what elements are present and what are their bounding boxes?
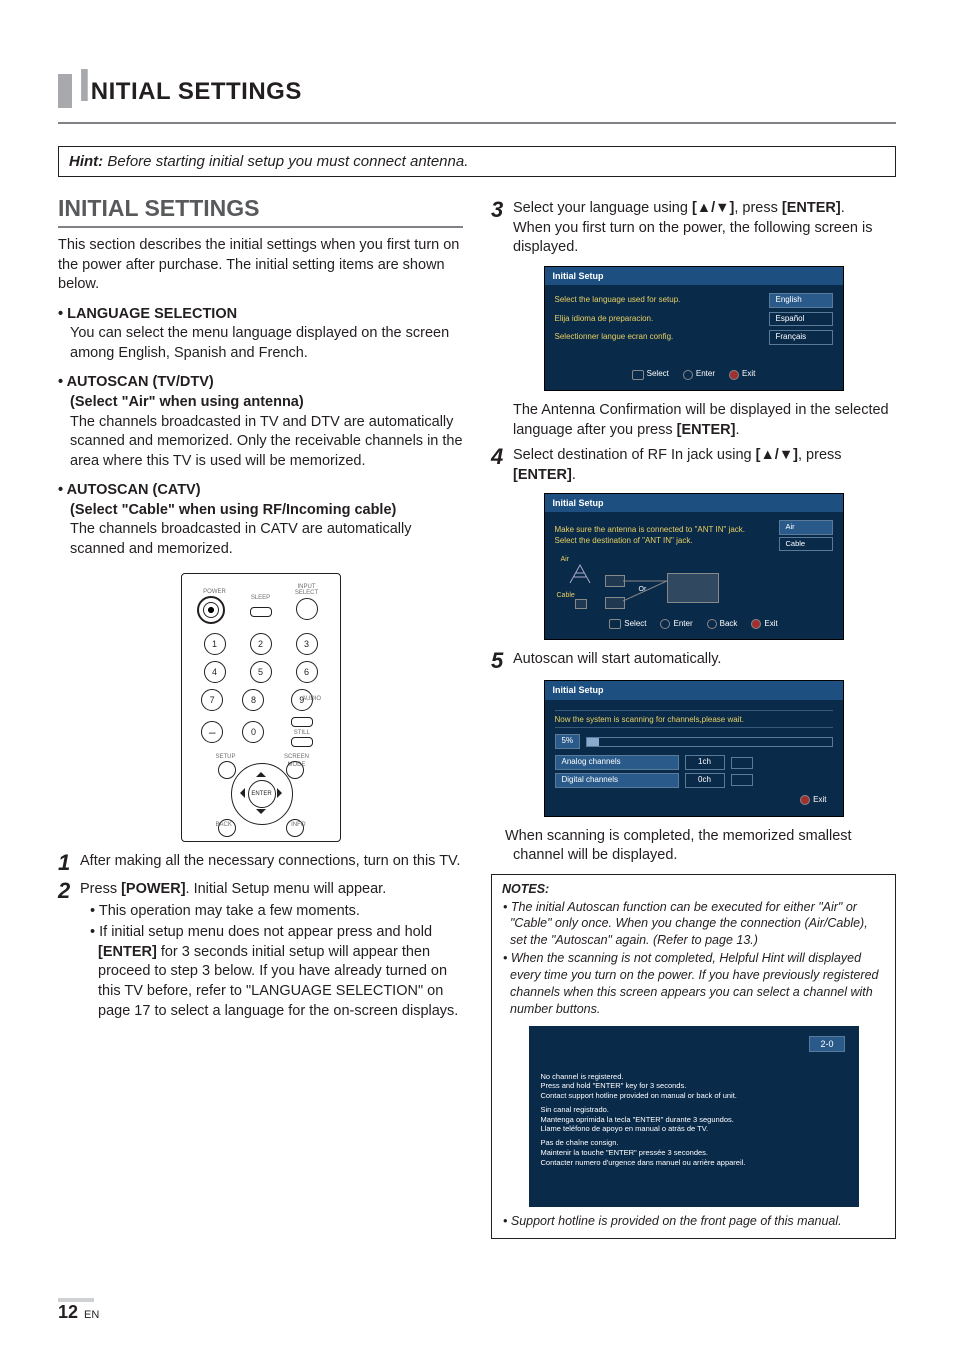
header-accent-block: [58, 74, 72, 108]
step-2: 2 Press [POWER]. Initial Setup menu will…: [58, 880, 463, 1023]
audio-button-icon: [291, 717, 313, 727]
osd-helpful-hint: 2-0 No channel is registered. Press and …: [529, 1026, 859, 1208]
num-0: 0: [242, 721, 264, 743]
header-rule-line: [58, 122, 896, 124]
bullet-autoscan-catv: • AUTOSCAN (CATV) (Select "Cable" when u…: [58, 481, 463, 559]
remote-illustration: POWER SLEEP INPUT SELECT 1: [58, 573, 463, 842]
notes-box: NOTES: The initial Autoscan function can…: [491, 874, 896, 1240]
hint-label: Hint:: [69, 153, 103, 170]
dpad-icon: SETUP SCREEN MODE ENTER BACK INFO: [216, 753, 306, 833]
page-number: 12EN: [58, 1298, 99, 1323]
step-1: 1 After making all the necessary connect…: [58, 852, 463, 874]
analog-type-icon: [731, 757, 753, 769]
num-8: 8: [242, 689, 264, 711]
osd-autoscan-progress: Initial Setup Now the system is scanning…: [544, 680, 844, 816]
sleep-button-icon: [250, 607, 272, 617]
step-4: 4 Select destination of RF In jack using…: [491, 446, 896, 485]
header-dropcap: I: [78, 62, 91, 108]
dash-button: –: [201, 721, 223, 743]
osd-language-select: Initial Setup Select the language used f…: [544, 266, 844, 391]
num-2: 2: [250, 633, 272, 655]
num-5: 5: [250, 661, 272, 683]
num-7: 7: [201, 689, 223, 711]
step-5: 5 Autoscan will start automatically.: [491, 650, 896, 672]
header-title: NITIAL SETTINGS: [91, 78, 302, 108]
page-header: I NITIAL SETTINGS: [58, 62, 896, 108]
bullet-language: • LANGUAGE SELECTION You can select the …: [58, 305, 463, 364]
step-5-after: When scanning is completed, the memorize…: [491, 827, 896, 866]
step-3: 3 Select your language using [▲/▼], pres…: [491, 199, 896, 258]
intro-paragraph: This section describes the initial setti…: [58, 236, 463, 295]
num-1: 1: [204, 633, 226, 655]
bullet-autoscan-tv: • AUTOSCAN (TV/DTV) (Select "Air" when u…: [58, 373, 463, 471]
num-6: 6: [296, 661, 318, 683]
left-column: INITIAL SETTINGS This section describes …: [58, 193, 463, 1239]
still-button-icon: [291, 737, 313, 747]
num-3: 3: [296, 633, 318, 655]
enter-button-icon: ENTER: [248, 780, 276, 808]
osd-antenna-select: Initial Setup Make sure the antenna is c…: [544, 493, 844, 640]
section-title: INITIAL SETTINGS: [58, 193, 463, 228]
hint-box: Hint: Before starting initial setup you …: [58, 146, 896, 177]
digital-type-icon: [731, 774, 753, 786]
step-3-after: The Antenna Confirmation will be display…: [491, 401, 896, 440]
input-select-icon: [296, 598, 318, 620]
power-button-icon: [197, 596, 225, 624]
right-column: 3 Select your language using [▲/▼], pres…: [491, 193, 896, 1239]
num-4: 4: [204, 661, 226, 683]
